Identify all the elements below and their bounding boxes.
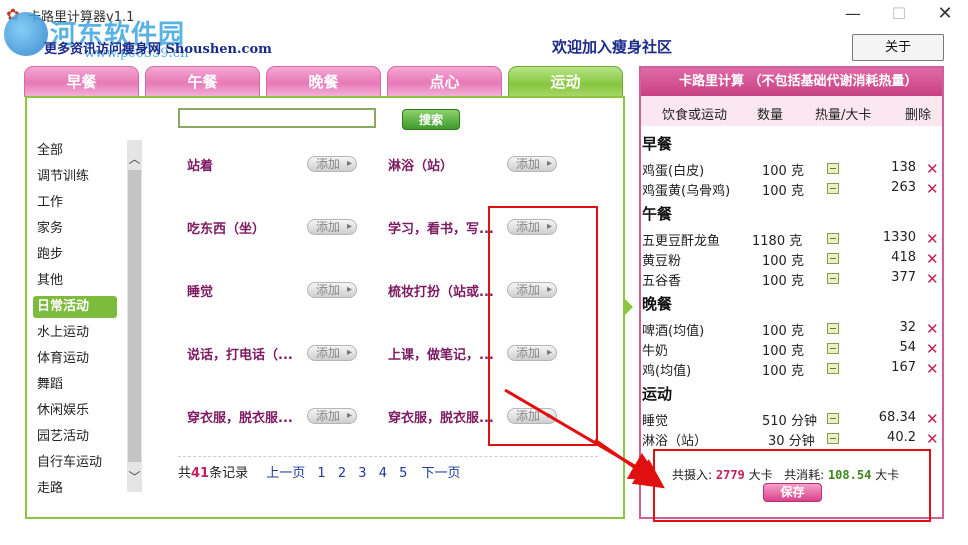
annotation-arrow [594,438,665,489]
annotation-arrows [504,388,665,489]
